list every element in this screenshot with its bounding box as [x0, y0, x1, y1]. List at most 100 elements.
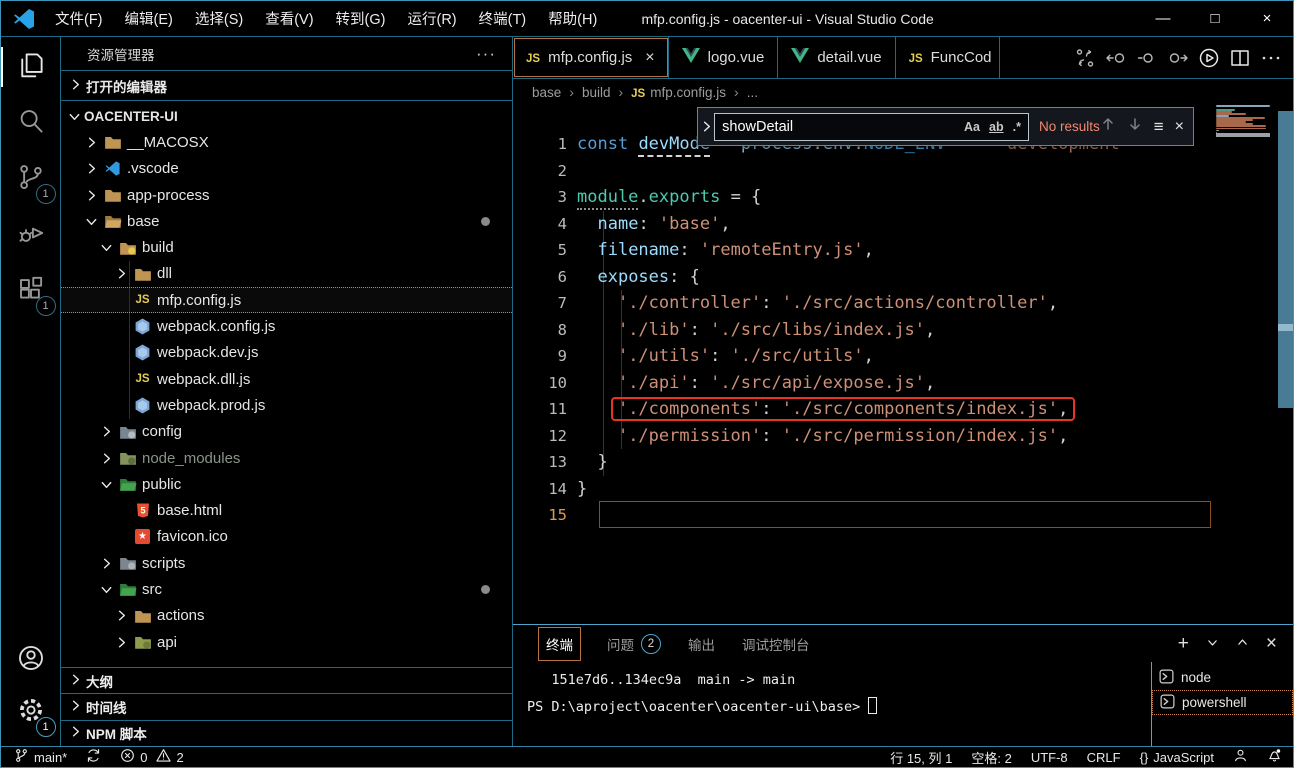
close-panel-icon[interactable]: ×: [1266, 633, 1277, 655]
activity-search[interactable]: [7, 99, 55, 147]
tree-item-.vscode[interactable]: .vscode: [61, 156, 512, 182]
minimize-button[interactable]: —: [1137, 1, 1189, 36]
activity-extensions[interactable]: 1: [7, 267, 55, 315]
activity-account[interactable]: [7, 636, 55, 684]
menu-v[interactable]: 查看(V): [254, 8, 324, 29]
tree-item-webpack.dev.js[interactable]: webpack.dev.js: [61, 340, 512, 366]
tab-FuncCod[interactable]: JSFuncCod: [896, 37, 1000, 78]
find-previous-icon[interactable]: [1100, 116, 1116, 137]
find-toggle-replace-chevron[interactable]: [698, 108, 714, 145]
tree-item-mfp.config.js[interactable]: JSmfp.config.js: [61, 287, 512, 313]
find-query-text[interactable]: showDetail: [722, 119, 955, 135]
terminal-output[interactable]: 151e7d6..134ec9a main -> mainPS D:\aproj…: [513, 662, 1151, 746]
tree-item-base[interactable]: base: [61, 208, 512, 234]
activity-bar: 1 1 1: [1, 37, 61, 746]
maximize-button[interactable]: □: [1189, 1, 1241, 36]
tree-item-favicon.ico[interactable]: ★favicon.ico: [61, 524, 512, 550]
previous-change-icon[interactable]: [1102, 46, 1130, 70]
next-change-icon[interactable]: [1164, 46, 1192, 70]
menu-g[interactable]: 转到(G): [325, 8, 397, 29]
breadcrumb-build[interactable]: build: [582, 85, 611, 100]
editor-scrollbar[interactable]: [1278, 105, 1293, 624]
sync-button[interactable]: [86, 748, 101, 766]
tree-item-webpack.dll.js[interactable]: JSwebpack.dll.js: [61, 366, 512, 392]
activity-settings[interactable]: 1: [7, 688, 55, 736]
code-editor[interactable]: 1const devMode = process.env.NODE_ENV ==…: [513, 105, 1293, 624]
annotation-red-box: './components': './src/components/index.…: [611, 397, 1075, 421]
find-in-selection-icon[interactable]: ≡: [1154, 117, 1164, 137]
breadcrumb-mfp.config.js[interactable]: JSmfp.config.js: [631, 85, 726, 100]
regex-icon[interactable]: .*: [1013, 120, 1021, 134]
tree-item-config[interactable]: config: [61, 419, 512, 445]
open-changes-icon[interactable]: [1071, 46, 1099, 70]
tree-item-__MACOSX[interactable]: __MACOSX: [61, 129, 512, 155]
tree-item-actions[interactable]: actions: [61, 603, 512, 629]
menu-r[interactable]: 运行(R): [396, 8, 467, 29]
tree-item-scripts[interactable]: scripts: [61, 550, 512, 576]
window-title: mfp.config.js - oacenter-ui - Visual Stu…: [608, 11, 1137, 27]
breadcrumb-...[interactable]: ...: [747, 85, 758, 100]
find-next-icon[interactable]: [1127, 116, 1143, 137]
language-item[interactable]: {} JavaScript: [1140, 750, 1214, 765]
tab-logo.vue[interactable]: logo.vue: [669, 37, 779, 78]
breadcrumb[interactable]: base›build›JSmfp.config.js›...: [513, 79, 1293, 105]
tree-item-webpack.config.js[interactable]: webpack.config.js: [61, 313, 512, 339]
menu-e[interactable]: 编辑(E): [114, 8, 184, 29]
panel-tab-终端[interactable]: 终端: [539, 628, 580, 660]
tree-item-src[interactable]: src: [61, 576, 512, 602]
encoding-item[interactable]: UTF-8: [1031, 750, 1068, 765]
tree-item-webpack.prod.js[interactable]: webpack.prod.js: [61, 392, 512, 418]
new-terminal-icon[interactable]: +: [1178, 633, 1189, 655]
feedback-item[interactable]: [1233, 748, 1248, 766]
menu-s[interactable]: 选择(S): [184, 8, 254, 29]
tree-item-dll[interactable]: dll: [61, 261, 512, 287]
run-icon[interactable]: [1195, 46, 1223, 70]
tree-item-public[interactable]: public: [61, 471, 512, 497]
tab-close-icon[interactable]: ×: [645, 49, 654, 67]
find-close-icon[interactable]: ×: [1175, 118, 1184, 136]
tree-item-build[interactable]: build: [61, 234, 512, 260]
tab-mfp.config.js[interactable]: JSmfp.config.js×: [513, 37, 669, 78]
activity-explorer[interactable]: [7, 43, 55, 91]
terminal-dropdown-icon[interactable]: [1206, 633, 1219, 655]
compare-change-icon[interactable]: [1133, 46, 1161, 70]
panel-tab-输出[interactable]: 输出: [688, 634, 715, 654]
eol-item[interactable]: CRLF: [1087, 750, 1121, 765]
tree-item-OACENTER-UI[interactable]: OACENTER-UI: [61, 103, 512, 129]
close-button[interactable]: ×: [1241, 1, 1293, 36]
terminal-instance-powershell[interactable]: powershell: [1152, 690, 1293, 715]
open-editors-section[interactable]: 打开的编辑器: [61, 70, 512, 101]
section-时间线[interactable]: 时间线: [61, 693, 512, 719]
activity-source-control[interactable]: 1: [7, 155, 55, 203]
problems-item[interactable]: 0 2: [120, 748, 183, 766]
sidebar-more-actions[interactable]: ···: [476, 44, 496, 64]
indentation-item[interactable]: 空格: 2: [971, 748, 1011, 767]
panel-tab-问题[interactable]: 问题2: [607, 634, 661, 654]
whole-word-icon[interactable]: ab: [989, 120, 1004, 134]
code-line-9: 9 './utils': './src/utils',: [513, 343, 1293, 370]
notifications-item[interactable]: [1267, 748, 1282, 766]
terminal-instance-node[interactable]: node: [1152, 665, 1293, 690]
menu-t[interactable]: 终端(T): [468, 8, 538, 29]
panel-tab-调试控制台[interactable]: 调试控制台: [742, 634, 810, 654]
menu-h[interactable]: 帮助(H): [537, 8, 608, 29]
activity-run-and-debug[interactable]: [7, 211, 55, 259]
tree-item-app-process[interactable]: app-process: [61, 182, 512, 208]
split-editor-icon[interactable]: [1226, 46, 1254, 70]
git-branch-item[interactable]: main*: [14, 748, 67, 766]
cursor-position-item[interactable]: 行 15, 列 1: [890, 748, 952, 767]
find-input[interactable]: showDetail Aaab .*: [714, 113, 1029, 141]
breadcrumb-base[interactable]: base: [532, 85, 561, 100]
tab-detail.vue[interactable]: detail.vue: [778, 37, 895, 78]
menu-f[interactable]: 文件(F): [44, 8, 114, 29]
tree-item-api[interactable]: api: [61, 629, 512, 655]
scrollbar-slider[interactable]: [1278, 111, 1293, 408]
maximize-panel-icon[interactable]: [1236, 633, 1249, 655]
minimap[interactable]: [1216, 105, 1270, 136]
tree-item-base.html[interactable]: 5base.html: [61, 497, 512, 523]
match-case-icon[interactable]: Aa: [964, 120, 980, 134]
section-大纲[interactable]: 大纲: [61, 667, 512, 693]
tree-item-node_modules[interactable]: node_modules: [61, 445, 512, 471]
section-NPM脚本[interactable]: NPM 脚本: [61, 720, 512, 746]
more-actions-icon[interactable]: [1257, 46, 1285, 70]
